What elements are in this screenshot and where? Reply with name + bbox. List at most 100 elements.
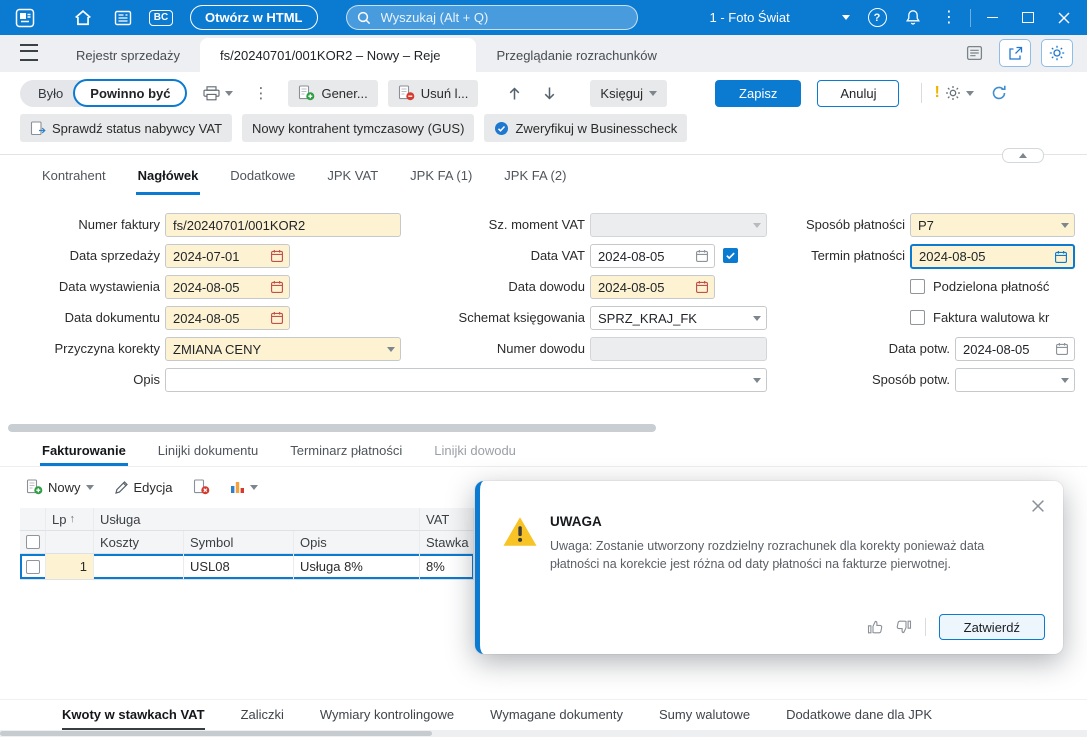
calendar-icon[interactable] — [270, 280, 284, 294]
tab-dodatkowe-dane-jpk[interactable]: Dodatkowe dane dla JPK — [786, 700, 932, 731]
column-header-stawka[interactable]: Stawka — [420, 531, 474, 554]
row-select-cell[interactable] — [20, 554, 46, 579]
warnings-settings-button[interactable]: ! — [934, 85, 974, 101]
window-maximize-button[interactable] — [1013, 3, 1043, 33]
help-icon[interactable]: ? — [862, 3, 892, 33]
tab-sumy-walutowe[interactable]: Sumy walutowe — [659, 700, 750, 731]
tab-linijki-dokumentu[interactable]: Linijki dokumentu — [156, 437, 260, 466]
notifications-bell-icon[interactable] — [898, 3, 928, 33]
numer-faktury-field[interactable] — [165, 213, 401, 237]
powinno-byc-button[interactable]: Powinno być — [73, 79, 188, 107]
edycja-button[interactable]: Edycja — [114, 480, 173, 495]
row-checkbox[interactable] — [25, 559, 40, 574]
chart-view-button[interactable] — [230, 480, 258, 494]
bc-app-icon[interactable]: BC — [146, 3, 176, 33]
sposob-potw-dropdown[interactable] — [955, 368, 1075, 392]
more-menu-icon[interactable]: ⋮ — [934, 3, 964, 33]
data-vat-checkbox[interactable] — [723, 248, 738, 263]
search-input[interactable] — [378, 9, 627, 26]
tab-kontrahent[interactable]: Kontrahent — [40, 158, 108, 195]
bylo-button[interactable]: Było — [20, 79, 82, 107]
horizontal-scrollbar[interactable] — [8, 424, 656, 432]
calendar-icon[interactable] — [695, 249, 709, 263]
select-all-cell[interactable] — [20, 531, 46, 554]
zatwierdz-button[interactable]: Zatwierdź — [938, 614, 1045, 640]
print-button[interactable] — [203, 85, 234, 101]
column-group-usluga[interactable]: Usługa — [94, 508, 420, 531]
calendar-icon[interactable] — [270, 249, 284, 263]
tab-rejestr-sprzedazy[interactable]: Rejestr sprzedaży — [56, 38, 200, 72]
tab-jpk-fa-1[interactable]: JPK FA (1) — [408, 158, 474, 195]
column-group-vat[interactable]: VAT — [420, 508, 474, 531]
column-header-symbol[interactable]: Symbol — [184, 531, 294, 554]
podzielona-platnosc-checkbox[interactable] — [910, 279, 925, 294]
thumbs-up-button[interactable] — [867, 619, 883, 635]
bottom-scrollbar-handle[interactable] — [0, 731, 432, 736]
bottom-scrollbar-track[interactable] — [0, 730, 1087, 737]
home-icon[interactable] — [68, 3, 98, 33]
ksieguj-button[interactable]: Księguj — [590, 79, 668, 107]
move-up-button[interactable] — [508, 86, 521, 101]
delete-row-button[interactable] — [193, 479, 210, 495]
calendar-icon[interactable] — [695, 280, 709, 294]
calendar-icon[interactable] — [270, 311, 284, 325]
tab-naglowek[interactable]: Nagłówek — [135, 158, 201, 195]
share-button[interactable] — [999, 39, 1031, 67]
tab-wymiary-kontrolingowe[interactable]: Wymiary kontrolingowe — [320, 700, 454, 731]
toolbar-overflow-icon[interactable]: ⋮ — [253, 86, 268, 101]
generuj-button[interactable]: Gener... — [288, 79, 378, 107]
select-all-checkbox[interactable] — [25, 535, 40, 549]
tab-linijki-dowodu[interactable]: Linijki dowodu — [432, 437, 518, 466]
data-dowodu-field[interactable] — [590, 275, 715, 299]
column-header-koszty[interactable]: Koszty — [94, 531, 184, 554]
termin-platnosci-field[interactable] — [910, 244, 1075, 269]
zapisz-button[interactable]: Zapisz — [715, 79, 802, 107]
usun-button[interactable]: Usuń l... — [387, 79, 479, 107]
personalization-button[interactable] — [1041, 39, 1073, 67]
calendar-icon[interactable] — [1054, 250, 1068, 264]
data-dokumentu-field[interactable] — [165, 306, 290, 330]
faktura-walutowa-checkbox[interactable] — [910, 310, 925, 325]
tab-terminarz-platnosci[interactable]: Terminarz płatności — [288, 437, 404, 466]
tab-zaliczki[interactable]: Zaliczki — [241, 700, 284, 731]
app-logo-icon[interactable] — [10, 3, 40, 33]
nowy-kontrahent-gus-button[interactable]: Nowy kontrahent tymczasowy (GUS) — [242, 114, 475, 142]
zweryfikuj-businesscheck-button[interactable]: Zweryfikuj w Businesscheck — [484, 114, 688, 142]
tab-dodatkowe[interactable]: Dodatkowe — [228, 158, 297, 195]
company-selector[interactable]: 1 - Foto Świat — [710, 10, 850, 25]
opis-field[interactable] — [165, 368, 767, 392]
window-minimize-button[interactable] — [977, 3, 1007, 33]
open-in-html-button[interactable]: Otwórz w HTML — [190, 5, 318, 30]
tab-fakturowanie[interactable]: Fakturowanie — [40, 437, 128, 466]
refresh-button[interactable] — [990, 84, 1008, 102]
data-sprzedazy-field[interactable] — [165, 244, 290, 268]
window-close-button[interactable] — [1049, 3, 1079, 33]
nowy-button[interactable]: Nowy — [26, 479, 94, 495]
thumbs-down-button[interactable] — [896, 619, 912, 635]
collapse-header-button[interactable] — [1002, 148, 1044, 163]
move-down-button[interactable] — [543, 86, 556, 101]
main-menu-icon[interactable] — [20, 44, 38, 61]
column-header-opis[interactable]: Opis — [294, 531, 420, 554]
table-row-selected[interactable]: 1 USL08 Usługa 8% 8% — [20, 554, 474, 580]
column-header-lp[interactable]: Lp ↑ — [46, 508, 94, 531]
calendar-icon[interactable] — [1055, 342, 1069, 356]
przyczyna-korekty-dropdown[interactable] — [165, 337, 401, 361]
global-search[interactable] — [345, 5, 638, 30]
sprawdz-status-vat-button[interactable]: Sprawdź status nabywcy VAT — [20, 114, 233, 142]
data-vat-field[interactable] — [590, 244, 715, 268]
tab-jpk-vat[interactable]: JPK VAT — [325, 158, 380, 195]
news-icon[interactable] — [108, 3, 138, 33]
tab-kwoty-w-stawkach-vat[interactable]: Kwoty w stawkach VAT — [62, 700, 205, 731]
data-potw-field[interactable] — [955, 337, 1075, 361]
tab-wymagane-dokumenty[interactable]: Wymagane dokumenty — [490, 700, 623, 731]
dialog-close-button[interactable] — [1031, 499, 1045, 513]
sposob-platnosci-dropdown[interactable] — [910, 213, 1075, 237]
panel-list-icon[interactable] — [959, 38, 989, 68]
tab-przegladanie-rozrachunkow[interactable]: Przeglądanie rozrachunków — [476, 38, 676, 72]
schemat-ksiegowania-dropdown[interactable] — [590, 306, 767, 330]
data-wystawienia-field[interactable] — [165, 275, 290, 299]
anuluj-button[interactable]: Anuluj — [817, 79, 900, 107]
tab-document-active[interactable]: fs/20240701/001KOR2 – Nowy – Reje — [200, 38, 477, 72]
tab-jpk-fa-2[interactable]: JPK FA (2) — [502, 158, 568, 195]
